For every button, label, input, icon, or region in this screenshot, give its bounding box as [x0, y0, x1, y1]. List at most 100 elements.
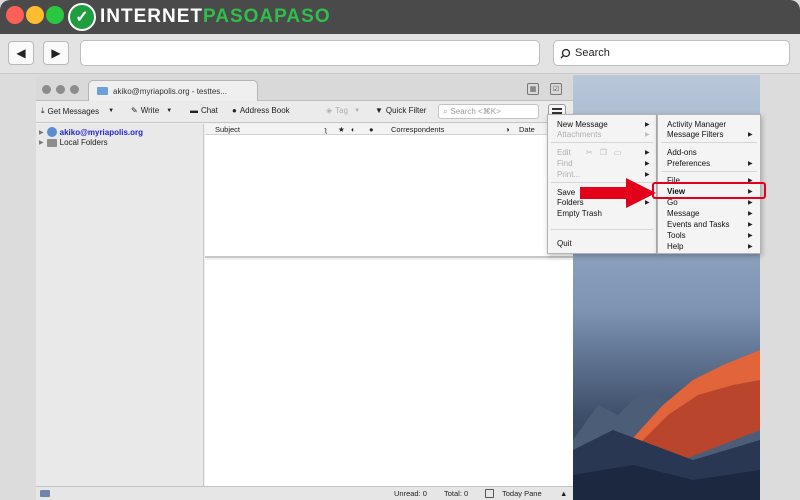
- pencil-icon: ✎: [131, 106, 138, 115]
- url-bar[interactable]: [80, 40, 540, 66]
- submenu-arrow-icon: ▶: [748, 211, 753, 217]
- submenu-arrow-icon: ▶: [748, 161, 753, 167]
- star-icon[interactable]: ★: [338, 125, 345, 134]
- copy-icon[interactable]: ❐: [600, 148, 607, 157]
- folder-item-local[interactable]: ▶ Local Folders: [39, 138, 108, 147]
- menu-item-activity-manager[interactable]: Activity Manager: [667, 120, 726, 129]
- mail-search-input[interactable]: ⌕ Search <⌘K>: [438, 104, 539, 119]
- tasks-icon[interactable]: ☑: [550, 83, 562, 95]
- minimize-window-button[interactable]: [26, 6, 44, 24]
- twisty-icon[interactable]: ▶: [39, 129, 44, 136]
- submenu-arrow-icon: ▶: [748, 233, 753, 239]
- connection-icon[interactable]: [40, 490, 50, 497]
- menu-item-message-filters[interactable]: Message Filters: [667, 130, 723, 139]
- arrow-right-icon: ▶: [51, 46, 61, 60]
- folder-icon: [97, 87, 108, 95]
- chevron-down-icon[interactable]: ▼: [166, 108, 172, 114]
- tag-button[interactable]: ◈ Tag ▼: [326, 106, 360, 115]
- get-messages-button[interactable]: ⤓ Get Messages ▼: [41, 106, 114, 116]
- menu-item-find[interactable]: Find: [557, 159, 573, 168]
- site-logo: ✓ INTERNETPASOAPASO: [68, 3, 331, 31]
- thread-icon[interactable]: ʅ: [325, 125, 327, 134]
- column-subject[interactable]: Subject: [215, 125, 240, 134]
- menu-item-message[interactable]: Message: [667, 209, 699, 218]
- twisty-icon[interactable]: ▶: [39, 139, 44, 146]
- address-book-button[interactable]: ● Address Book: [232, 106, 290, 115]
- tab-mail[interactable]: akiko@myriapolis.org - testtes...: [88, 80, 258, 101]
- submenu-arrow-icon: ▶: [748, 222, 753, 228]
- folder-pane: ▶ akiko@myriapolis.org ▶ Local Folders: [36, 124, 204, 486]
- submenu-arrow-icon: ▶: [748, 200, 753, 206]
- message-list-header: Subject ʅ ★ ◐ ● Correspondents ◑ Date: [205, 124, 573, 135]
- forward-button[interactable]: ▶: [43, 41, 69, 65]
- chat-icon: ▬: [190, 106, 198, 115]
- menu-item-edit[interactable]: Edit: [557, 148, 571, 157]
- message-preview-pane: [205, 260, 573, 486]
- calendar-icon[interactable]: ▦: [527, 83, 539, 95]
- arrow-left-icon: ◀: [16, 46, 26, 60]
- chevron-down-icon: ▼: [354, 107, 361, 114]
- view-highlight-box: [652, 182, 766, 199]
- submenu-arrow-icon: ▶: [645, 172, 650, 178]
- tb-minimize-button[interactable]: [56, 85, 65, 94]
- menu-item-tools[interactable]: Tools: [667, 231, 686, 240]
- submenu-arrow-icon: ▶: [645, 150, 650, 156]
- menu-item-events-and-tasks[interactable]: Events and Tasks: [667, 220, 730, 229]
- tb-zoom-button[interactable]: [70, 85, 79, 94]
- menu-item-save[interactable]: Save: [557, 188, 575, 197]
- zoom-window-button[interactable]: [46, 6, 64, 24]
- menu-separator: [661, 142, 757, 143]
- menu-item-quit[interactable]: Quit: [557, 239, 572, 248]
- search-icon: [560, 48, 571, 58]
- tab-title: akiko@myriapolis.org - testtes...: [113, 86, 227, 96]
- back-button[interactable]: ◀: [8, 41, 34, 65]
- column-correspondents[interactable]: Correspondents: [391, 125, 444, 134]
- status-bar: Unread: 0 Total: 0 Today Pane ▲: [36, 486, 573, 500]
- search-icon: ⌕: [443, 106, 448, 116]
- write-button[interactable]: ✎ Write ▼: [131, 106, 172, 115]
- tb-close-button[interactable]: [42, 85, 51, 94]
- thunderbird-toolbar: ⤓ Get Messages ▼ ✎ Write ▼ ▬ Chat ● Addr…: [36, 101, 573, 123]
- menu-item-new-message[interactable]: New Message: [557, 120, 608, 129]
- annotation-arrow-icon: [580, 178, 656, 208]
- calendar-icon[interactable]: [485, 489, 494, 498]
- close-window-button[interactable]: [6, 6, 24, 24]
- account-icon: [46, 127, 57, 137]
- folder-item-account[interactable]: ▶ akiko@myriapolis.org: [39, 127, 143, 137]
- menu-item-print[interactable]: Print...: [557, 170, 580, 179]
- submenu-arrow-icon: ▶: [645, 122, 650, 128]
- menu-item-add-ons[interactable]: Add-ons: [667, 148, 697, 157]
- unread-count: Unread: 0: [394, 489, 427, 498]
- message-list[interactable]: Subject ʅ ★ ◐ ● Correspondents ◑ Date: [205, 124, 573, 258]
- browser-search-field[interactable]: Search: [553, 40, 790, 66]
- browser-titlebar: ✓ INTERNETPASOAPASO: [0, 0, 800, 34]
- local-folders-icon: [46, 138, 57, 147]
- cut-icon[interactable]: ✂: [586, 148, 593, 157]
- quick-filter-button[interactable]: ▼ Quick Filter: [375, 106, 426, 115]
- chat-button[interactable]: ▬ Chat: [190, 106, 218, 115]
- download-icon: ⤓: [41, 106, 45, 115]
- submenu-arrow-icon: ▶: [645, 132, 650, 138]
- content-area: akiko@myriapolis.org - testtes... ▦ ☑ ⤓ …: [0, 75, 800, 500]
- mountain-illustration: [573, 350, 760, 500]
- today-pane-toggle[interactable]: Today Pane: [502, 489, 542, 498]
- menu-item-go[interactable]: Go: [667, 198, 678, 207]
- logo-check-icon: ✓: [68, 3, 96, 31]
- logo-text: INTERNETPASOAPASO: [100, 6, 331, 27]
- person-icon: ●: [232, 106, 237, 115]
- menu-item-attachments[interactable]: Attachments: [557, 130, 601, 139]
- menu-separator: [551, 142, 653, 143]
- menu-item-preferences[interactable]: Preferences: [667, 159, 710, 168]
- read-status-icon[interactable]: ●: [369, 125, 374, 134]
- menu-item-empty-trash[interactable]: Empty Trash: [557, 209, 602, 218]
- chevron-down-icon[interactable]: ▼: [108, 108, 114, 114]
- menu-item-help[interactable]: Help: [667, 242, 683, 251]
- submenu-arrow-icon: ▶: [748, 244, 753, 250]
- chevron-up-icon[interactable]: ▲: [560, 489, 567, 498]
- junk-icon[interactable]: ◑: [505, 125, 510, 134]
- paste-icon[interactable]: ▭: [614, 148, 622, 157]
- column-date[interactable]: Date: [519, 125, 535, 134]
- menu-separator: [661, 171, 757, 172]
- filter-icon: ▼: [375, 106, 383, 115]
- attachment-icon[interactable]: ◐: [351, 125, 356, 134]
